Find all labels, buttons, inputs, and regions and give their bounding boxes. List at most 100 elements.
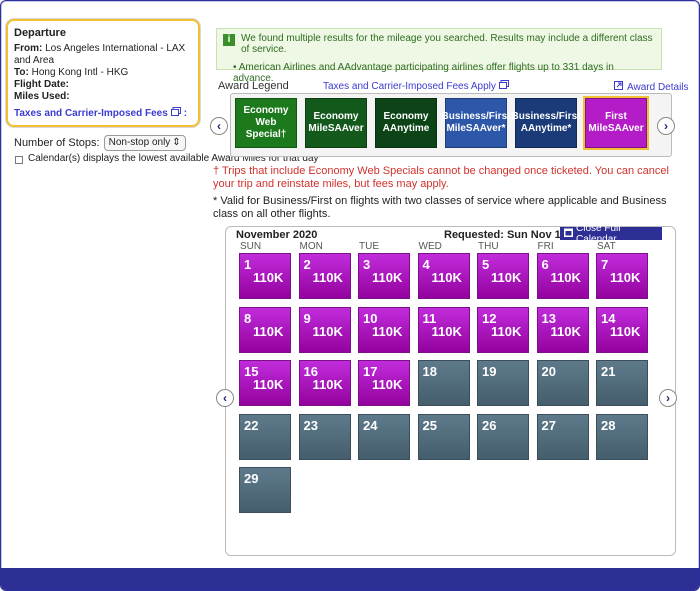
weekday-label: SUN bbox=[240, 241, 262, 252]
calendar-day-unavailable[interactable]: 21 bbox=[596, 360, 648, 406]
chevron-right-icon: › bbox=[666, 391, 670, 405]
day-number: 28 bbox=[601, 417, 616, 433]
day-number: 5 bbox=[482, 257, 490, 272]
legend-item[interactable]: First MileSAAver bbox=[585, 98, 647, 148]
day-miles: 110K bbox=[372, 270, 403, 285]
close-full-calendar-button[interactable]: Close Full Calendar bbox=[560, 223, 662, 245]
calendar-day-unavailable[interactable]: 20 bbox=[536, 360, 589, 406]
calendar-day-available[interactable]: 13 110K bbox=[536, 306, 589, 353]
legend-item[interactable]: Economy MileSAAver bbox=[305, 98, 367, 148]
business-first-note: * Valid for Business/First on flights wi… bbox=[213, 195, 667, 220]
day-number: 6 bbox=[541, 257, 549, 272]
calendar-day-unavailable[interactable]: 18 bbox=[417, 360, 470, 406]
weekday-label: WED bbox=[418, 241, 442, 252]
calendar-day-available[interactable]: 1 110K bbox=[239, 253, 291, 299]
legend-next-arrow[interactable]: › bbox=[657, 117, 675, 135]
calendar-day-unavailable[interactable]: 22 bbox=[239, 413, 291, 460]
legend-item-line1: Business/First bbox=[511, 111, 581, 122]
miles-used-label: Miles Used: bbox=[14, 91, 70, 102]
award-legend: Economy Web Special† Economy MileSAAver Econ… bbox=[230, 93, 672, 157]
award-legend-title: Award Legend bbox=[218, 80, 289, 92]
day-miles: 110K bbox=[253, 377, 284, 392]
calendar-day-unavailable[interactable]: 28 bbox=[596, 413, 648, 460]
legend-item[interactable]: Economy AAnytime bbox=[375, 98, 437, 148]
calendar-day-available[interactable]: 15 110K bbox=[239, 360, 291, 406]
to-value: Hong Kong Intl - HKG bbox=[31, 67, 129, 78]
close-full-calendar-label: Close Full Calendar bbox=[576, 222, 621, 245]
day-number: 4 bbox=[422, 257, 430, 272]
calendar-next-arrow[interactable]: › bbox=[659, 389, 677, 407]
award-details-link[interactable]: Award Details bbox=[614, 81, 689, 93]
day-number: 9 bbox=[303, 310, 311, 326]
day-miles: 110K bbox=[253, 323, 284, 339]
legend-item[interactable]: Economy Web Special† bbox=[235, 98, 297, 148]
day-miles: 110K bbox=[372, 377, 403, 392]
legend-item-line2: MileSAAver bbox=[308, 123, 364, 134]
legend-item-line2: MileSAAver bbox=[588, 123, 644, 134]
departure-title: Departure bbox=[14, 27, 66, 39]
legend-item-line1: Economy bbox=[313, 111, 359, 122]
stops-label: Number of Stops: bbox=[14, 137, 100, 149]
award-details-text: Award Details bbox=[627, 81, 689, 93]
stops-select[interactable]: Non-stop only ⇕ bbox=[103, 135, 186, 151]
weekday-label: FRI bbox=[537, 241, 554, 252]
day-miles: 110K bbox=[253, 270, 284, 285]
calendar-day-available[interactable]: 7 110K bbox=[596, 253, 648, 299]
day-number: 22 bbox=[244, 417, 259, 433]
taxes-fees-apply-link[interactable]: Taxes and Carrier-Imposed Fees Apply bbox=[323, 80, 509, 92]
day-number: 24 bbox=[363, 417, 378, 433]
calendar-day-unavailable[interactable]: 27 bbox=[536, 413, 589, 460]
calendar-day-unavailable[interactable]: 29 bbox=[239, 467, 291, 513]
calendar-day-available[interactable]: 14 110K bbox=[596, 306, 648, 353]
day-number: 7 bbox=[601, 257, 609, 272]
calendar-day-available[interactable]: 3 110K bbox=[358, 253, 410, 299]
day-miles: 110K bbox=[312, 270, 343, 285]
calendar-day-available[interactable]: 10 110K bbox=[358, 306, 410, 353]
day-miles: 110K bbox=[431, 270, 462, 285]
day-number: 23 bbox=[303, 417, 318, 433]
taxes-fees-link-text: Taxes and Carrier-Imposed Fees bbox=[14, 107, 168, 119]
day-number: 26 bbox=[482, 417, 497, 433]
calendar-day-available[interactable]: 16 110K bbox=[298, 360, 351, 406]
popup-window-icon bbox=[170, 107, 181, 119]
from-label: From: bbox=[14, 43, 43, 54]
calendar-day-available[interactable]: 11 110K bbox=[417, 306, 470, 353]
day-miles: 110K bbox=[372, 323, 403, 339]
notice-line-1: We found multiple results for the mileag… bbox=[241, 33, 653, 55]
day-number: 29 bbox=[244, 471, 259, 486]
legend-item[interactable]: Business/First MileSAAver* bbox=[442, 98, 510, 148]
calendar-day-available[interactable]: 17 110K bbox=[358, 360, 410, 406]
taxes-fees-link[interactable]: Taxes and Carrier-Imposed Fees : bbox=[14, 107, 192, 119]
calendar-prev-arrow[interactable]: ‹ bbox=[216, 389, 234, 407]
weekday-label: SAT bbox=[597, 241, 616, 252]
day-number: 25 bbox=[422, 417, 437, 433]
award-details-icon bbox=[614, 81, 624, 93]
web-special-note: † Trips that include Economy Web Special… bbox=[213, 165, 669, 190]
calendar-day-unavailable[interactable]: 24 bbox=[358, 413, 410, 460]
day-miles: 110K bbox=[431, 323, 462, 339]
calendar-day-unavailable[interactable]: 26 bbox=[477, 413, 529, 460]
taxes-fees-apply-text: Taxes and Carrier-Imposed Fees Apply bbox=[323, 80, 496, 92]
stops-select-value: Non-stop only bbox=[108, 137, 171, 148]
calendar-day-unavailable[interactable]: 19 bbox=[477, 360, 529, 406]
calendar-day-available[interactable]: 6 110K bbox=[536, 253, 589, 299]
calendar-day-available[interactable]: 8 110K bbox=[239, 306, 291, 353]
calendar-day-unavailable[interactable]: 25 bbox=[417, 413, 470, 460]
legend-prev-arrow[interactable]: ‹ bbox=[210, 117, 228, 135]
stops-filter: Number of Stops: Non-stop only ⇕ bbox=[14, 135, 186, 151]
day-number: 19 bbox=[482, 364, 497, 379]
calendar-day-available[interactable]: 4 110K bbox=[417, 253, 470, 299]
calendar-day-available[interactable]: 5 110K bbox=[477, 253, 529, 299]
chevron-left-icon: ‹ bbox=[223, 391, 227, 405]
calendar-day-available[interactable]: 2 110K bbox=[298, 253, 351, 299]
day-number: 21 bbox=[601, 364, 616, 379]
legend-item[interactable]: Business/First AAnytime* bbox=[512, 98, 580, 148]
requested-date: Requested: Sun Nov 15 bbox=[444, 229, 567, 241]
day-miles: 110K bbox=[610, 270, 641, 285]
calendar-day-unavailable[interactable]: 23 bbox=[298, 413, 351, 460]
miles-used-row: Miles Used: bbox=[14, 91, 192, 103]
calendar-day-available[interactable]: 12 110K bbox=[477, 306, 529, 353]
legend-item-line1: Economy bbox=[383, 111, 429, 122]
calendar-icon bbox=[564, 228, 573, 240]
calendar-day-available[interactable]: 9 110K bbox=[298, 306, 351, 353]
